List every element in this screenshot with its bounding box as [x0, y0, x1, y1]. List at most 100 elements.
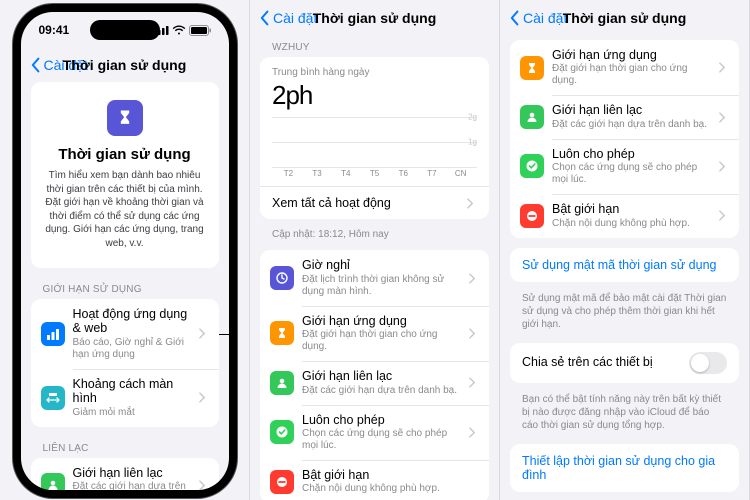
nav-bar: Cài đặt Thời gian sử dụng — [21, 48, 229, 82]
chevron-right-icon — [199, 392, 209, 403]
wifi-icon — [172, 25, 186, 35]
pointer-line — [219, 334, 229, 335]
row-sub: Đặt giới hạn thời gian cho ứng dụng. — [302, 329, 461, 353]
row-sub: Chặn nội dung không phù hợp. — [302, 483, 479, 495]
chevron-right-icon — [199, 480, 209, 490]
row-sub: Đặt các giới hạn dựa trên danh bạ. — [302, 385, 461, 397]
row-downtime[interactable]: Giờ nghỉ Đặt lịch trình thời gian không s… — [260, 250, 489, 305]
row-sub: Đặt giới hạn thời gian cho ứng dụng. — [552, 63, 711, 87]
back-label: Cài đặt — [273, 10, 317, 26]
row-sub: Giảm mỏi mắt — [73, 407, 191, 419]
row-label: Bật giới hạn — [552, 202, 711, 216]
daily-average-card: Trung bình hàng ngày 2ph 2g 1g T2T3T4T5T… — [260, 57, 489, 219]
passcode-note: Sử dụng mật mã để bảo mật cài đặt Thời g… — [510, 292, 739, 343]
contact-icon — [520, 105, 544, 129]
chevron-left-icon — [258, 10, 272, 26]
no-entry-icon — [520, 204, 544, 228]
chevron-left-icon — [508, 10, 522, 26]
row-label: Hoạt động ứng dụng & web — [73, 307, 191, 336]
chart-icon — [41, 322, 65, 346]
row-label: Giới hạn ứng dụng — [552, 48, 711, 62]
settings-panel: Cài đặt Thời gian sử dụng Giới hạn ứng d… — [500, 0, 750, 500]
row-label: Luôn cho phép — [302, 413, 461, 427]
no-entry-icon — [270, 470, 294, 494]
chart-days: T2T3T4T5T6T7CN — [272, 167, 477, 178]
check-icon — [520, 154, 544, 178]
chevron-right-icon — [719, 62, 729, 73]
chevron-right-icon — [469, 328, 479, 339]
ytick: 2g — [468, 113, 477, 122]
hourglass-icon — [520, 56, 544, 80]
row-sub: Chọn các ứng dụng sẽ cho phép mọi lúc. — [302, 428, 461, 452]
group-label-usage: GIỚI HẠN SỬ DỤNG — [31, 278, 219, 299]
row-label: Giới hạn liên lạc — [302, 369, 461, 383]
use-passcode-button[interactable]: Sử dụng mật mã thời gian sử dụng — [510, 248, 739, 282]
chevron-right-icon — [719, 112, 729, 123]
row-always-allowed[interactable]: Luôn cho phépChọn các ứng dụng sẽ cho ph… — [510, 139, 739, 194]
battery-icon — [189, 25, 211, 36]
see-all-label: Xem tất cả hoạt động — [272, 196, 391, 210]
contact-icon — [270, 371, 294, 395]
phone-frame: 09:41 Cài đặt Thời gian sử dụng Thời gia… — [13, 4, 237, 498]
row-screen-distance[interactable]: Khoảng cách màn hìnhGiảm mỏi mắt — [31, 369, 219, 427]
chevron-right-icon — [467, 198, 477, 209]
row-label: Giới hạn liên lạc — [552, 103, 711, 117]
chevron-right-icon — [199, 328, 209, 339]
avg-label: Trung bình hàng ngày — [272, 67, 477, 78]
row-sub: Chặn nội dung không phù hợp. — [552, 218, 711, 230]
group-label-communication: LIÊN LẠC — [31, 437, 219, 458]
nav-bar: Cài đặt Thời gian sử dụng — [250, 0, 499, 36]
chevron-left-icon — [29, 57, 43, 73]
intro-title: Thời gian sử dụng — [43, 146, 207, 163]
row-label: Luôn cho phép — [552, 147, 711, 161]
row-content-restrictions[interactable]: Bật giới hạn Chặn nội dung không phù hợp. — [510, 194, 739, 237]
ytick: 1g — [468, 138, 477, 147]
row-label: Bật giới hạn — [302, 468, 479, 482]
activity-panel: Cài đặt Thời gian sử dụng WZHUY Trung bì… — [250, 0, 500, 500]
row-app-web-activity[interactable]: Hoạt động ứng dụng & webBáo cáo, Giờ ngh… — [31, 299, 219, 369]
status-time: 09:41 — [39, 23, 70, 37]
back-label: Cài đặt — [44, 57, 88, 73]
back-label: Cài đặt — [523, 10, 567, 26]
row-sub: Đặt lịch trình thời gian không sử dụng m… — [302, 274, 461, 298]
back-button[interactable]: Cài đặt — [508, 10, 567, 26]
row-sub: Chọn các ứng dụng sẽ cho phép mọi lúc. — [552, 162, 711, 186]
share-across-devices-toggle[interactable]: Chia sẻ trên các thiết bị — [510, 343, 739, 383]
row-always-allowed[interactable]: Luôn cho phépChọn các ứng dụng sẽ cho ph… — [260, 405, 489, 460]
row-sub: Đặt các giới hạn dựa trên danh bạ. — [552, 119, 711, 131]
toggle-label: Chia sẻ trên các thiết bị — [522, 355, 653, 369]
nav-bar: Cài đặt Thời gian sử dụng — [500, 0, 749, 36]
updated-label: Cập nhật: 18:12, Hôm nay — [260, 229, 489, 250]
switch-off-icon[interactable] — [689, 352, 727, 374]
contact-icon — [41, 473, 65, 490]
distance-icon — [41, 386, 65, 410]
row-communication-limits[interactable]: Giới hạn liên lạc Đặt các giới hạn dựa tr… — [510, 95, 739, 138]
row-content-restrictions[interactable]: Bật giới hạnChặn nội dung không phù hợp. — [260, 460, 489, 500]
back-button[interactable]: Cài đặt — [29, 57, 88, 73]
dynamic-island — [90, 20, 160, 40]
row-communication-limits[interactable]: Giới hạn liên lạcĐặt các giới hạn dựa tr… — [31, 458, 219, 491]
row-label: Giờ nghỉ — [302, 258, 461, 272]
row-label: Giới hạn ứng dụng — [302, 314, 461, 328]
row-label: Khoảng cách màn hình — [73, 377, 191, 406]
row-app-limits[interactable]: Giới hạn ứng dụngĐặt giới hạn thời gian … — [260, 306, 489, 361]
share-note: Bạn có thể bật tính năng này trên bất kỳ… — [510, 393, 739, 444]
hourglass-icon — [270, 321, 294, 345]
chevron-right-icon — [469, 273, 479, 284]
user-label: WZHUY — [260, 36, 489, 57]
setup-family-button[interactable]: Thiết lập thời gian sử dụng cho gia đình — [510, 444, 739, 492]
chevron-right-icon — [719, 161, 729, 172]
row-app-limits[interactable]: Giới hạn ứng dụngĐặt giới hạn thời gian … — [510, 40, 739, 95]
clock-icon — [270, 266, 294, 290]
avg-value: 2ph — [272, 80, 477, 111]
chevron-right-icon — [469, 427, 479, 438]
intro-body: Tìm hiểu xem bạn dành bao nhiêu thời gia… — [43, 169, 207, 250]
back-button[interactable]: Cài đặt — [258, 10, 317, 26]
hourglass-icon — [107, 100, 143, 136]
chevron-right-icon — [719, 210, 729, 221]
see-all-activity[interactable]: Xem tất cả hoạt động — [260, 186, 489, 219]
row-sub: Đặt các giới hạn dựa trên danh bạ — [73, 481, 191, 490]
row-label: Giới hạn liên lạc — [73, 466, 191, 480]
row-communication-limits[interactable]: Giới hạn liên lạc Đặt các giới hạn dựa tr… — [260, 361, 489, 404]
check-icon — [270, 420, 294, 444]
